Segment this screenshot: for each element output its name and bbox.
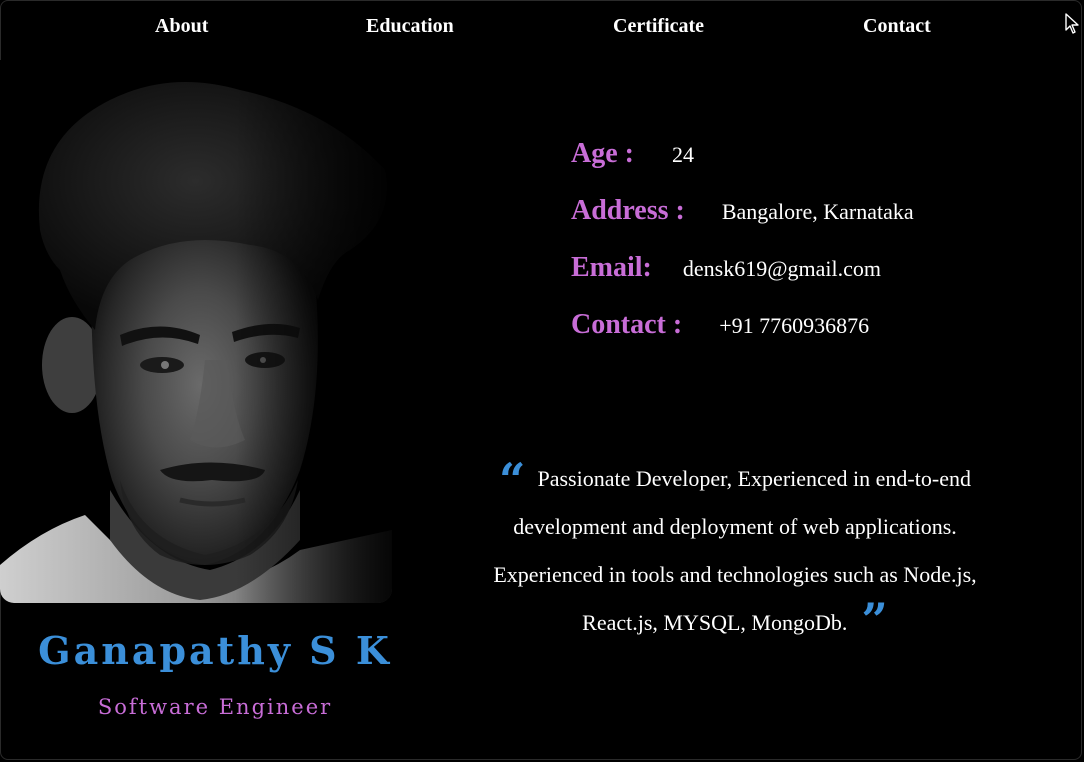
email-value: densk619@gmail.com [682,256,881,281]
nav-about-link[interactable]: About [155,15,208,38]
info-address-row: Address : Bangalore, Karnataka [571,195,914,227]
quote-line-3: Experienced in tools and technologies su… [493,562,977,587]
age-value: 24 [671,142,694,167]
quote-text-1: Passionate Developer, Experienced in end… [537,466,971,491]
nav-certificate-link[interactable]: Certificate [613,15,704,38]
nav-contact-link[interactable]: Contact [863,15,931,38]
profile-name: Ganapathy S K [38,628,392,673]
info-email-row: Email: densk619@gmail.com [571,252,881,284]
info-contact-row: Contact : +91 7760936876 [571,309,869,341]
address-value: Bangalore, Karnataka [721,199,914,224]
profile-photo [0,60,392,603]
contact-label: Contact : [571,309,683,340]
info-age-row: Age : 24 [571,138,694,170]
mouse-pointer-icon [1065,13,1079,34]
email-label: Email: [571,252,652,283]
nav-education-link[interactable]: Education [366,15,454,38]
age-label: Age : [571,138,634,169]
quote-line-1: “Passionate Developer, Experienced in en… [499,453,971,507]
address-label: Address : [571,195,685,226]
contact-value: +91 7760936876 [719,313,870,338]
quote-line-4: React.js, MYSQL, MongoDb.” [582,593,888,647]
bio-quote: “Passionate Developer, Experienced in en… [450,455,1020,647]
quote-text-4: React.js, MYSQL, MongoDb. [582,610,848,635]
profile-role: Software Engineer [97,695,333,719]
quote-line-2: development and deployment of web applic… [513,514,957,539]
